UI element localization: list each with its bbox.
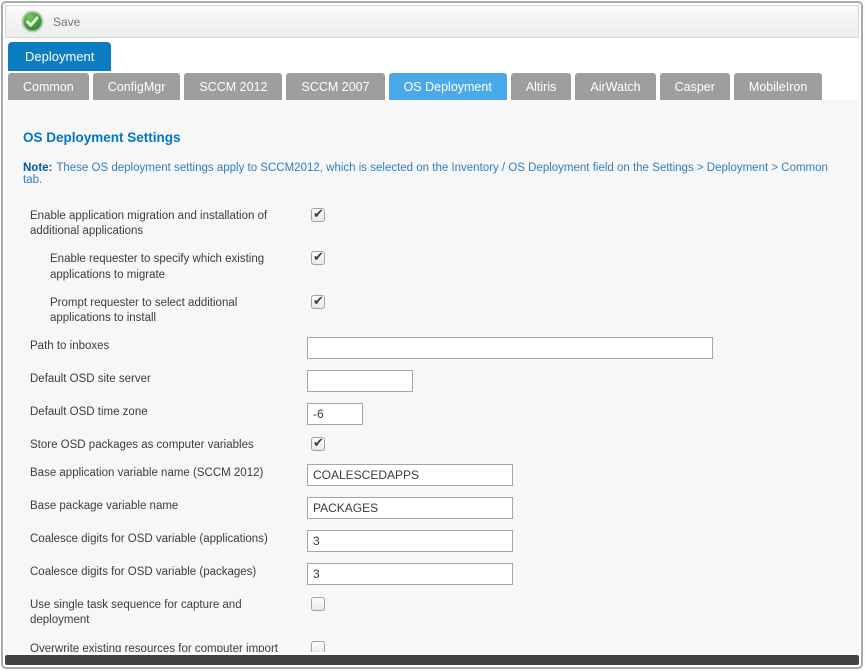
note-body: These OS deployment settings apply to SC… [23,162,828,186]
form-row: Default OSD time zone [23,403,841,425]
input-default-osd-time-zone[interactable] [307,403,363,425]
settings-window: Save Deployment Common ConfigMgr SCCM 20… [1,1,863,669]
field-label: Default OSD time zone [23,403,307,420]
form-row: Base package variable name [23,497,841,519]
save-check-icon [21,10,44,33]
toolbar: Save [5,5,859,38]
input-default-osd-site-server[interactable] [307,370,413,392]
form-row: Path to inboxes [23,337,841,359]
form-row: Store OSD packages as computer variables [23,436,841,453]
field-label: Store OSD packages as computer variables [23,436,307,453]
note-label: Note: [23,162,52,174]
field-label: Coalesce digits for OSD variable (applic… [23,530,307,547]
tab-deployment[interactable]: Deployment [8,42,111,71]
checkbox-store-osd-packages[interactable] [311,437,325,451]
form-row: Default OSD site server [23,370,841,392]
form-row: Base application variable name (SCCM 201… [23,464,841,486]
tab-os-deployment[interactable]: OS Deployment [389,73,507,100]
checkbox-requester-specify-migrate[interactable] [311,251,325,265]
checkbox-prompt-additional-apps[interactable] [311,295,325,309]
secondary-tab-bar: Common ConfigMgr SCCM 2012 SCCM 2007 OS … [5,73,859,100]
input-coalesce-digits-applications[interactable] [307,530,513,552]
save-button[interactable]: Save [15,8,86,35]
form-row: Enable application migration and install… [23,207,841,239]
bottom-bar [5,655,859,665]
tab-configmgr[interactable]: ConfigMgr [93,73,181,100]
field-label: Base application variable name (SCCM 201… [23,464,307,481]
page-title: OS Deployment Settings [23,130,841,145]
input-base-package-variable-name[interactable] [307,497,513,519]
tab-altiris[interactable]: Altiris [511,73,572,100]
primary-tab-bar: Deployment [5,42,859,71]
tab-sccm-2012[interactable]: SCCM 2012 [184,73,282,100]
checkbox-single-task-sequence[interactable] [311,597,325,611]
note-text: Note:These OS deployment settings apply … [23,162,841,186]
form-row: Coalesce digits for OSD variable (applic… [23,530,841,552]
field-label: Overwrite existing resources for compute… [23,640,307,652]
field-label: Default OSD site server [23,370,307,387]
tab-airwatch[interactable]: AirWatch [575,73,655,100]
form-row: Enable requester to specify which existi… [23,250,841,282]
tab-sccm-2007[interactable]: SCCM 2007 [286,73,384,100]
form-row: Prompt requester to select additional ap… [23,294,841,326]
field-label: Base package variable name [23,497,307,514]
tab-casper[interactable]: Casper [660,73,730,100]
field-label: Use single task sequence for capture and… [23,596,307,628]
field-label: Enable requester to specify which existi… [23,250,307,282]
os-deployment-settings-panel: OS Deployment Settings Note:These OS dep… [5,100,859,652]
field-label: Prompt requester to select additional ap… [23,294,307,326]
form-row: Coalesce digits for OSD variable (packag… [23,563,841,585]
save-label: Save [53,15,80,29]
field-label: Coalesce digits for OSD variable (packag… [23,563,307,580]
field-label: Path to inboxes [23,337,307,354]
field-label: Enable application migration and install… [23,207,307,239]
checkbox-overwrite-existing-resources[interactable] [311,641,325,652]
checkbox-enable-app-migration[interactable] [311,208,325,222]
tab-mobileiron[interactable]: MobileIron [734,73,822,100]
tab-common[interactable]: Common [8,73,89,100]
input-path-to-inboxes[interactable] [307,337,713,359]
input-coalesce-digits-packages[interactable] [307,563,513,585]
input-base-application-variable-name[interactable] [307,464,513,486]
form-row: Use single task sequence for capture and… [23,596,841,628]
form-row: Overwrite existing resources for compute… [23,640,841,652]
